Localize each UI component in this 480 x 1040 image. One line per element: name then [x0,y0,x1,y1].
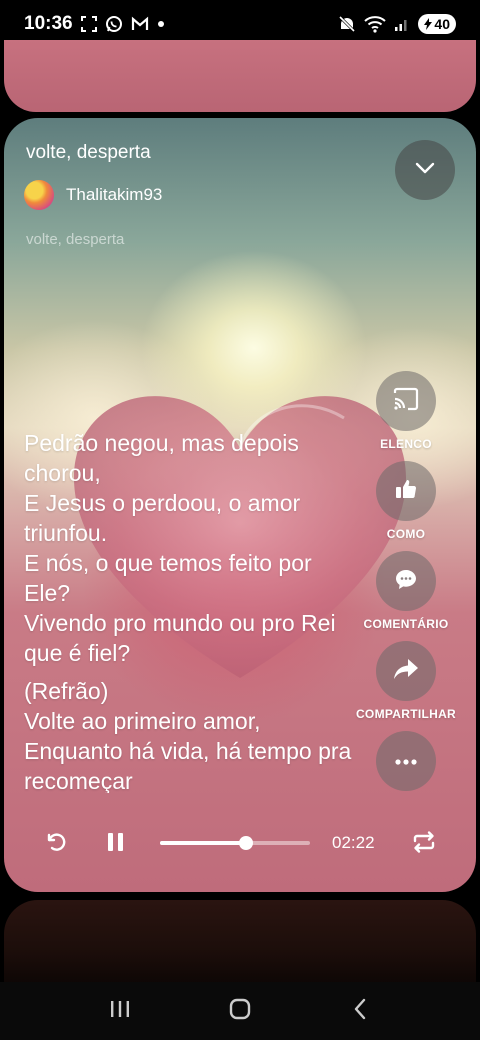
like-button[interactable] [376,461,436,521]
chevron-down-icon [414,161,436,180]
share-label: COMPARTILHAR [355,707,457,721]
previous-card[interactable] [4,40,476,112]
gmail-icon [131,16,149,32]
replay-icon[interactable] [42,828,70,856]
status-right: 40 [338,14,456,34]
screenshot-icon [80,16,97,32]
comment-button[interactable] [376,551,436,611]
cast-icon [392,387,420,416]
wifi-icon [364,15,387,33]
seek-progress [160,841,246,845]
lyrics-verse: Pedrão negou, mas depois chorou, E Jesus… [24,430,336,666]
home-button[interactable] [220,991,260,1031]
home-icon [229,998,251,1025]
seek-slider[interactable] [160,836,310,850]
status-time: 10:36 [24,13,73,34]
back-icon [353,998,367,1025]
comment-icon [394,567,418,596]
lyrics-card: volte, desperta Thalitakim93 volte, desp… [4,118,476,892]
back-button[interactable] [340,991,380,1031]
player-bar: 02:22 [4,818,476,868]
seek-thumb[interactable] [238,836,253,850]
whatsapp-icon [105,15,123,33]
comment-action[interactable]: COMENTÁRIO [351,551,461,631]
song-subtitle: volte, desperta [26,231,125,248]
lyrics-scroll[interactable]: Pedrão negou, mas depois chorou, E Jesus… [24,428,354,793]
author-name[interactable]: Thalitakim93 [66,185,162,205]
lyrics-chorus: (Refrão) Volte ao primeiro amor, Enquant… [24,678,352,793]
signal-icon [394,16,410,32]
dot-icon [157,20,165,28]
share-icon [393,658,419,685]
cast-label: ELENCO [380,437,432,451]
cast-action[interactable]: ELENCO [351,371,461,451]
more-button[interactable] [376,731,436,791]
collapse-button[interactable] [395,140,455,200]
more-dots-icon [394,752,418,770]
song-title: volte, desperta [26,142,151,163]
like-action[interactable]: COMO [351,461,461,541]
more-action[interactable] [351,731,461,791]
comment-label: COMENTÁRIO [363,617,449,631]
mute-icon [338,15,356,33]
recent-apps-button[interactable] [100,991,140,1031]
status-bar: 10:36 40 [0,0,480,48]
cast-button[interactable] [376,371,436,431]
avatar[interactable] [24,180,54,210]
repeat-icon[interactable] [410,828,438,856]
like-label: COMO [386,527,426,541]
share-button[interactable] [376,641,436,701]
navigation-bar [0,982,480,1040]
author-row[interactable]: Thalitakim93 [24,180,162,210]
share-action[interactable]: COMPARTILHAR [351,641,461,721]
status-left: 10:36 [24,13,165,35]
next-card[interactable] [4,900,476,990]
playback-time: 02:22 [332,833,375,852]
thumbs-up-icon [394,477,418,506]
recent-apps-icon [109,999,131,1024]
screen: 10:36 40 volte, desperta Thalitakim93 vo… [0,0,480,1040]
battery-level: 40 [434,16,450,32]
pause-icon[interactable] [102,828,130,856]
battery-icon: 40 [418,14,456,34]
